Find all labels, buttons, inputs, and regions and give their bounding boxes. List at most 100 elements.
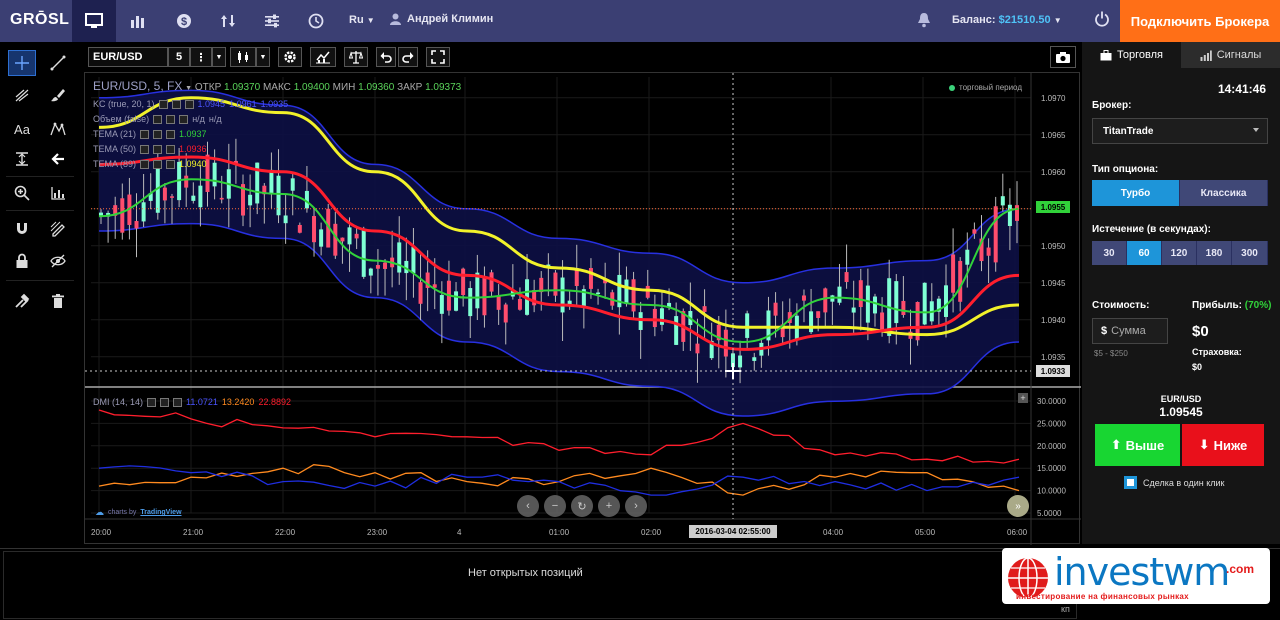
- crosshair-tool[interactable]: [8, 50, 36, 76]
- profit-percent: (70%): [1244, 300, 1272, 311]
- fullscreen-button[interactable]: [426, 47, 450, 67]
- eye-icon[interactable]: [158, 99, 168, 109]
- candle-body: [659, 308, 664, 325]
- nav-finance-button[interactable]: $: [162, 0, 206, 42]
- expiry-option-60[interactable]: 60: [1127, 241, 1162, 265]
- indicator-dmi[interactable]: DMI (14, 14) 11.0721 13.2420 22.8892: [93, 397, 291, 407]
- candle-body: [723, 329, 728, 357]
- gear-icon[interactable]: [153, 129, 163, 139]
- gear-icon[interactable]: [166, 114, 176, 124]
- gear-icon[interactable]: [171, 99, 181, 109]
- indicators-button[interactable]: [310, 47, 336, 67]
- eye-icon[interactable]: [147, 397, 157, 407]
- indicator-tema-89[interactable]: TEMA (89) 1.0940: [93, 159, 207, 169]
- one-click-toggle[interactable]: Сделка в один клик: [1124, 476, 1224, 489]
- logout-button[interactable]: [1094, 11, 1110, 32]
- trend-line-tool[interactable]: [44, 50, 72, 76]
- indicator-value: н/д: [192, 114, 205, 124]
- expiry-option-180[interactable]: 180: [1197, 241, 1232, 265]
- gear-icon[interactable]: [160, 397, 170, 407]
- price-chart[interactable]: 1.09701.09651.09601.09551.09501.09451.09…: [84, 72, 1081, 545]
- scroll-to-realtime-button[interactable]: »: [1007, 495, 1029, 517]
- brush-tool[interactable]: [44, 82, 72, 108]
- zoom-in-button[interactable]: +: [598, 495, 620, 517]
- user-icon: [390, 13, 401, 25]
- chart-settings-button[interactable]: [278, 47, 302, 67]
- tools-tool[interactable]: [8, 288, 36, 314]
- amount-input[interactable]: $ Сумма: [1092, 318, 1168, 344]
- eye-icon[interactable]: [140, 159, 150, 169]
- close-icon[interactable]: [184, 99, 194, 109]
- tab-trade[interactable]: Торговля: [1082, 42, 1181, 68]
- expiry-option-120[interactable]: 120: [1162, 241, 1197, 265]
- close-icon[interactable]: [166, 144, 176, 154]
- chart-type-button[interactable]: [230, 47, 256, 67]
- indicator-tema-50[interactable]: TEMA (50) 1.0936: [93, 144, 207, 154]
- interval-dropdown-button[interactable]: ▼: [212, 47, 226, 67]
- put-button[interactable]: ⬇ Ниже: [1182, 424, 1264, 466]
- pattern-tool[interactable]: [44, 116, 72, 142]
- undo-button[interactable]: [376, 47, 396, 67]
- compare-button[interactable]: [344, 47, 368, 67]
- indicator-tema-21[interactable]: TEMA (21) 1.0937: [93, 129, 207, 139]
- reset-button[interactable]: ↻: [571, 495, 593, 517]
- language-value: Ru: [349, 14, 364, 26]
- eye-icon[interactable]: [140, 129, 150, 139]
- hide-drawings-tool[interactable]: [44, 248, 72, 274]
- expiry-option-30[interactable]: 30: [1092, 241, 1127, 265]
- close-icon[interactable]: [166, 159, 176, 169]
- symbol-input[interactable]: EUR/USD: [88, 47, 168, 67]
- nav-settings-button[interactable]: [250, 0, 294, 42]
- candle-body: [752, 357, 757, 361]
- bars-pattern-tool[interactable]: [44, 180, 72, 206]
- zoom-out-button[interactable]: −: [544, 495, 566, 517]
- broker-select[interactable]: TitanTrade: [1092, 118, 1268, 144]
- close-icon[interactable]: [166, 129, 176, 139]
- chart-type-dropdown-button[interactable]: ▼: [256, 47, 270, 67]
- gear-icon[interactable]: [153, 159, 163, 169]
- more-interval-button[interactable]: ⋮: [190, 47, 212, 67]
- stay-drawing-tool[interactable]: [44, 216, 72, 242]
- measure-icon: [16, 152, 28, 166]
- gear-icon[interactable]: [153, 144, 163, 154]
- delete-drawings-tool[interactable]: [44, 288, 72, 314]
- snapshot-button[interactable]: [1050, 46, 1076, 68]
- call-button[interactable]: ⬆ Выше: [1095, 424, 1180, 466]
- nav-trades-button[interactable]: [206, 0, 250, 42]
- eye-icon[interactable]: [153, 114, 163, 124]
- pane-maximize-button[interactable]: +: [1018, 393, 1028, 403]
- zoom-tool[interactable]: [8, 180, 36, 206]
- option-turbo-button[interactable]: Турбо: [1092, 180, 1180, 206]
- checkbox-icon[interactable]: [1124, 476, 1137, 489]
- indicator-volume[interactable]: Объем (false) н/д н/д: [93, 114, 222, 124]
- candle-body: [624, 279, 629, 305]
- dmi-axis-label: 20.0000: [1037, 442, 1066, 451]
- interval-input[interactable]: 5: [168, 47, 190, 67]
- measure-tool[interactable]: [8, 146, 36, 172]
- magnet-tool[interactable]: [8, 216, 36, 242]
- chart-canvas[interactable]: 1.09701.09651.09601.09551.09501.09451.09…: [85, 73, 1081, 545]
- option-classic-button[interactable]: Классика: [1180, 180, 1268, 206]
- expiry-option-300[interactable]: 300: [1232, 241, 1268, 265]
- scroll-left-button[interactable]: ‹: [517, 495, 539, 517]
- lock-tool[interactable]: [8, 248, 36, 274]
- indicator-kc[interactable]: KC (true, 20, 1) 1.0945 1.0961 1.0935: [93, 99, 288, 109]
- scroll-right-button[interactable]: ›: [625, 495, 647, 517]
- language-selector[interactable]: Ru ▼: [349, 14, 375, 26]
- tab-signals[interactable]: Сигналы: [1181, 42, 1280, 68]
- user-menu[interactable]: Андрей Климин: [390, 13, 493, 25]
- eye-icon[interactable]: [140, 144, 150, 154]
- notifications-button[interactable]: [917, 12, 931, 33]
- fib-tool[interactable]: [8, 82, 36, 108]
- tradingview-credit[interactable]: ☁ charts by TradingView: [95, 507, 182, 518]
- nav-terminal-button[interactable]: [72, 0, 116, 42]
- arrow-tool[interactable]: [44, 146, 72, 172]
- text-tool[interactable]: Aa: [8, 116, 36, 142]
- close-icon[interactable]: [173, 397, 183, 407]
- nav-history-button[interactable]: [294, 0, 338, 42]
- nav-stats-button[interactable]: [116, 0, 160, 42]
- close-icon[interactable]: [179, 114, 189, 124]
- balance-display[interactable]: Баланс: $21510.50 ▼: [952, 14, 1062, 26]
- redo-button[interactable]: [398, 47, 418, 67]
- connect-broker-button[interactable]: Подключить Брокера: [1120, 0, 1280, 42]
